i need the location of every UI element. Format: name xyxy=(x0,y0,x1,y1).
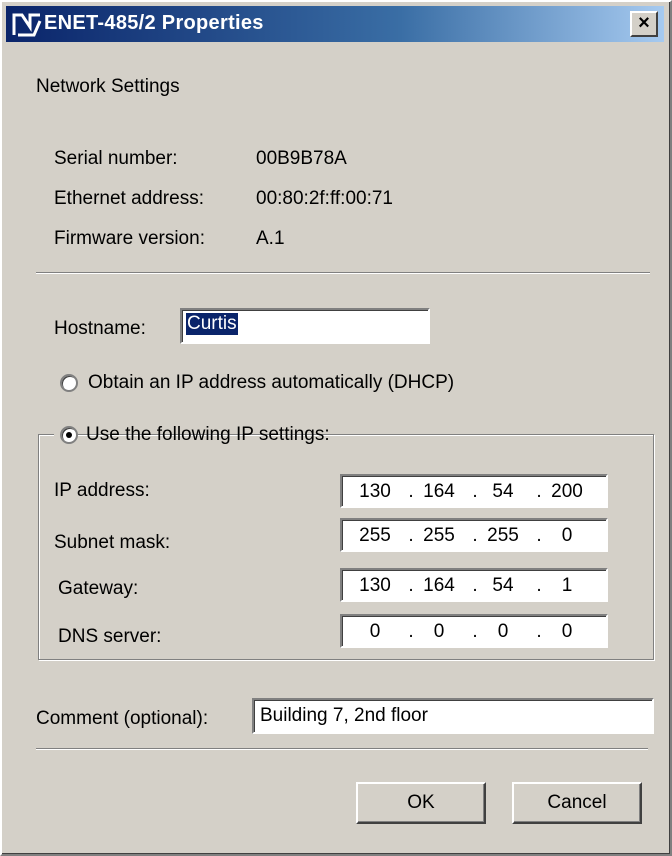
dns-octet-3: 0 xyxy=(497,621,509,642)
ethernet-address-label: Ethernet address: xyxy=(54,188,204,209)
gateway-octet-4: 1 xyxy=(561,575,573,596)
close-button[interactable]: × xyxy=(630,11,658,37)
cancel-button[interactable]: Cancel xyxy=(512,782,642,824)
hostname-label: Hostname: xyxy=(54,318,146,339)
gateway-input[interactable]: 130 . 164 . 54 . 1 xyxy=(340,568,608,602)
firmware-version-value: A.1 xyxy=(256,228,285,249)
ip-octet-4: 200 xyxy=(551,481,583,502)
separator-bottom xyxy=(36,748,648,750)
window-title: ENET-485/2 Properties xyxy=(44,12,264,34)
ip-address-input[interactable]: 130 . 164 . 54 . 200 xyxy=(340,474,608,508)
ethernet-address-value: 00:80:2f:ff:00:71 xyxy=(256,188,393,209)
dns-server-input[interactable]: 0 . 0 . 0 . 0 xyxy=(340,614,608,648)
hostname-value: Curtis xyxy=(186,313,238,335)
serial-number-label: Serial number: xyxy=(54,148,178,169)
subnet-mask-label: Subnet mask: xyxy=(54,532,171,553)
ip-octet-3: 54 xyxy=(492,481,514,502)
gateway-octet-1: 130 xyxy=(359,575,391,596)
dhcp-label[interactable]: Obtain an IP address automatically (DHCP… xyxy=(88,372,454,394)
dns-octet-1: 0 xyxy=(369,621,381,642)
separator-top xyxy=(36,272,650,274)
static-ip-radio[interactable] xyxy=(60,426,78,444)
static-ip-legend: Use the following IP settings: xyxy=(54,422,330,446)
gateway-label: Gateway: xyxy=(58,578,139,599)
ni-logo-icon xyxy=(12,13,42,37)
radio-selected-dot xyxy=(66,432,72,438)
ok-button[interactable]: OK xyxy=(356,782,486,824)
comment-value: Building 7, 2nd floor xyxy=(260,705,428,726)
static-ip-label[interactable]: Use the following IP settings: xyxy=(86,424,330,446)
hostname-input[interactable]: Curtis xyxy=(180,308,430,344)
ip-address-label: IP address: xyxy=(54,480,150,501)
comment-input[interactable]: Building 7, 2nd floor xyxy=(252,698,654,734)
dns-octet-4: 0 xyxy=(561,621,573,642)
dhcp-radio[interactable] xyxy=(60,374,78,392)
subnet-octet-4: 0 xyxy=(561,525,573,546)
gateway-octet-3: 54 xyxy=(492,575,514,596)
serial-number-value: 00B9B78A xyxy=(256,148,347,169)
dns-server-label: DNS server: xyxy=(58,626,162,647)
gateway-octet-2: 164 xyxy=(423,575,455,596)
section-title: Network Settings xyxy=(36,76,180,97)
subnet-octet-1: 255 xyxy=(359,525,391,546)
subnet-octet-2: 255 xyxy=(423,525,455,546)
subnet-mask-input[interactable]: 255 . 255 . 255 . 0 xyxy=(340,518,608,552)
properties-dialog: ENET-485/2 Properties × Network Settings… xyxy=(0,0,672,856)
ip-octet-1: 130 xyxy=(359,481,391,502)
comment-label: Comment (optional): xyxy=(36,708,209,729)
ip-octet-2: 164 xyxy=(423,481,455,502)
title-bar[interactable]: ENET-485/2 Properties × xyxy=(6,6,664,42)
subnet-octet-3: 255 xyxy=(487,525,519,546)
firmware-version-label: Firmware version: xyxy=(54,228,205,249)
dns-octet-2: 0 xyxy=(433,621,445,642)
